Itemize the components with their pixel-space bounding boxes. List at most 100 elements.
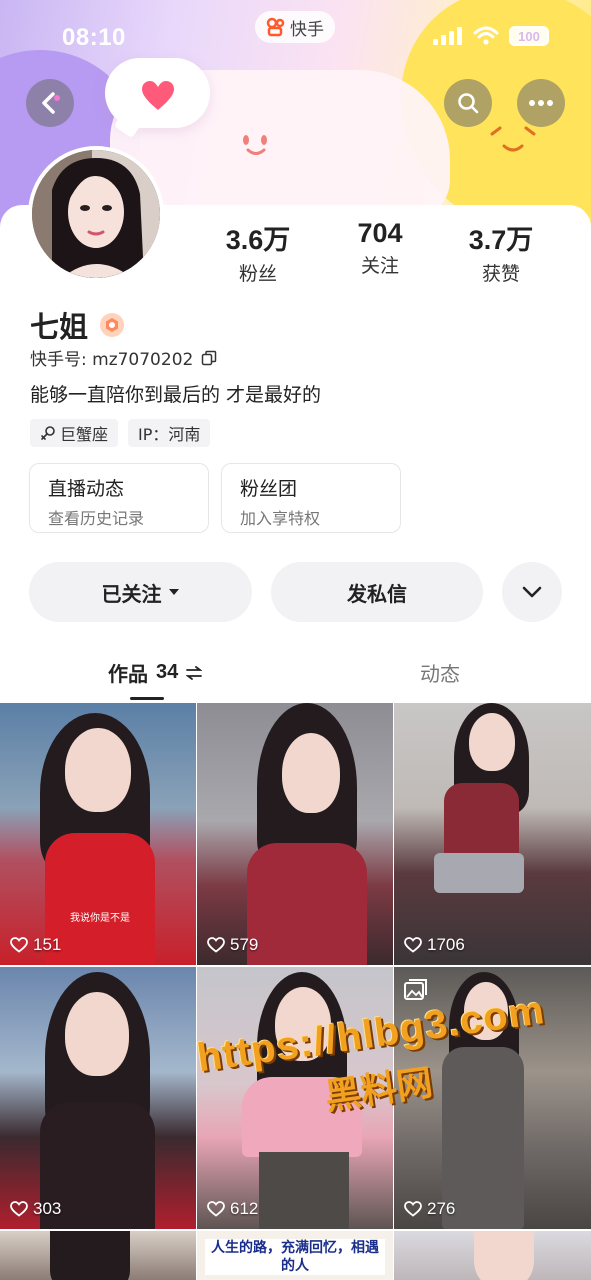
heart-outline-icon <box>10 937 28 953</box>
app-name: 快手 <box>290 19 324 40</box>
battery-icon: 100 <box>509 26 549 46</box>
send-message-button[interactable]: 发私信 <box>271 562 483 622</box>
feature-title: 直播动态 <box>48 478 125 500</box>
wifi-icon <box>473 26 499 45</box>
stat-value: 704 <box>357 218 403 248</box>
thumbnail-figure <box>65 728 131 812</box>
heart-outline-icon <box>207 1201 225 1217</box>
tag-zodiac: 巨蟹座 <box>30 419 119 447</box>
profile-name: 七姐 <box>30 310 89 344</box>
thumbnail-figure <box>259 1152 349 1229</box>
feature-title: 粉丝团 <box>240 478 298 500</box>
tab-works-count: 34 <box>156 661 179 683</box>
female-icon <box>41 426 55 440</box>
video-likes: 579 <box>207 935 258 955</box>
kuaishou-logo-icon <box>266 17 285 37</box>
video-caption: 人生的路，充满回忆，相遇的人 <box>205 1239 385 1275</box>
stat-label: 获赞 <box>481 263 520 285</box>
level-badge-icon[interactable] <box>100 313 125 337</box>
profile-tags: 巨蟹座 IP：河南 <box>30 419 211 447</box>
video-likes: 151 <box>10 935 61 955</box>
likes-count: 151 <box>33 935 62 954</box>
more-options-button[interactable] <box>517 79 565 127</box>
search-button[interactable] <box>444 79 492 127</box>
thumbnail-figure <box>65 992 129 1076</box>
stat-likes[interactable]: 3.7万 获赞 <box>441 218 561 286</box>
video-thumbnail[interactable]: 579 <box>197 703 393 965</box>
smile-face-decoration <box>490 126 536 152</box>
likes-count: 612 <box>230 1199 259 1218</box>
status-time: 08:10 <box>62 24 126 51</box>
stat-value: 3.7万 <box>468 225 534 255</box>
tab-works[interactable]: 作品 34 <box>108 658 203 687</box>
caret-down-icon <box>168 589 179 595</box>
likes-count: 276 <box>427 1199 456 1218</box>
signal-icon <box>433 27 462 45</box>
video-overlay-text: 我说你是不是 <box>70 913 130 924</box>
send-message-label: 发私信 <box>347 581 407 606</box>
back-arrow-icon <box>42 92 60 114</box>
likes-count: 1706 <box>427 935 465 954</box>
stat-label: 粉丝 <box>238 263 277 285</box>
video-thumbnail[interactable]: 303 <box>0 967 196 1229</box>
fan-club-entry[interactable]: 粉丝团 加入享特权 <box>221 463 401 533</box>
heart-outline-icon <box>404 937 422 953</box>
back-button[interactable] <box>26 79 74 127</box>
smile-face-decoration <box>243 135 267 155</box>
chevron-down-icon <box>522 586 542 598</box>
heart-outline-icon <box>404 1201 422 1217</box>
avatar[interactable] <box>28 146 164 282</box>
search-icon <box>458 93 479 114</box>
tag-ip: IP：河南 <box>128 419 211 447</box>
likes-count: 579 <box>230 935 259 954</box>
tag-label: IP：河南 <box>138 425 201 444</box>
kuaishou-id-text: 快手号: mz7070202 <box>30 350 194 370</box>
video-thumbnail[interactable]: 人生的路，充满回忆，相遇的人 <box>197 1231 393 1280</box>
video-thumbnail[interactable]: 1706 <box>394 703 591 965</box>
thumbnail-figure <box>45 833 155 965</box>
profile-bio: 能够一直陪你到最后的 才是最好的 <box>30 384 322 406</box>
heart-outline-icon <box>10 1201 28 1217</box>
battery-level: 100 <box>518 28 540 44</box>
live-history-entry[interactable]: 直播动态 查看历史记录 <box>29 463 209 533</box>
thumbnail-figure <box>444 783 519 863</box>
hexagon-badge-icon <box>106 318 119 332</box>
heart-icon <box>142 81 174 110</box>
thumbnail-figure <box>474 1231 534 1280</box>
expand-button[interactable] <box>502 562 562 622</box>
status-icons: 100 <box>433 26 549 46</box>
video-thumbnail[interactable] <box>0 1231 196 1280</box>
followed-label: 已关注 <box>101 581 162 606</box>
followed-button[interactable]: 已关注 <box>29 562 252 622</box>
video-grid: 我说你是不是 151 579 1706 303 612 276 人生的路，充满回… <box>0 703 591 1280</box>
more-dots-icon <box>529 100 553 106</box>
video-likes: 276 <box>404 1199 455 1219</box>
copy-icon[interactable] <box>201 350 217 366</box>
feature-subtitle: 查看历史记录 <box>48 509 145 528</box>
name-row: 七姐 <box>30 304 125 346</box>
stat-following[interactable]: 704 关注 <box>320 218 440 278</box>
avatar-image <box>32 150 160 278</box>
stat-label: 关注 <box>360 255 399 277</box>
heart-outline-icon <box>207 937 225 953</box>
photo-album-icon <box>404 979 427 1000</box>
video-likes: 1706 <box>404 935 465 955</box>
video-thumbnail[interactable]: 我说你是不是 151 <box>0 703 196 965</box>
video-likes: 612 <box>207 1199 258 1219</box>
active-tab-indicator <box>130 697 164 700</box>
tab-moments[interactable]: 动态 <box>420 658 460 687</box>
tab-works-label: 作品 <box>108 662 148 686</box>
thumbnail-figure <box>469 713 515 771</box>
stat-followers[interactable]: 3.6万 粉丝 <box>198 218 318 286</box>
thumbnail-figure <box>434 853 524 893</box>
tag-label: 巨蟹座 <box>60 425 109 444</box>
switch-order-icon[interactable] <box>186 665 203 680</box>
video-likes: 303 <box>10 1199 61 1219</box>
video-thumbnail[interactable] <box>394 1231 591 1280</box>
stat-value: 3.6万 <box>225 225 291 255</box>
kuaishou-id: 快手号: mz7070202 <box>30 345 217 370</box>
thumbnail-figure <box>282 733 340 813</box>
thumbnail-figure <box>247 843 367 965</box>
likes-count: 303 <box>33 1199 62 1218</box>
app-indicator: 快手 <box>255 11 335 43</box>
